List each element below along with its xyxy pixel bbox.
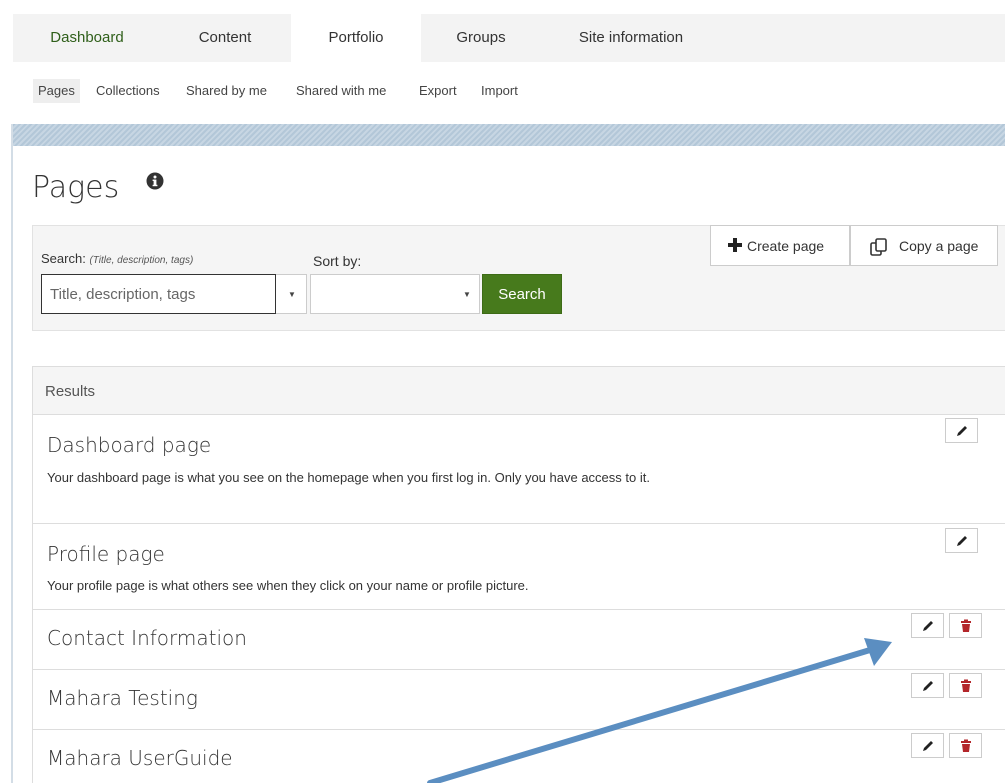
delete-button[interactable] [949,613,982,638]
sub-nav: Pages Collections Shared by me Shared wi… [13,62,1005,120]
copy-page-label: Copy a page [899,238,979,254]
search-input[interactable] [41,274,276,314]
sort-select[interactable]: ▼ [310,274,480,314]
delete-button[interactable] [949,673,982,698]
search-scope-select[interactable]: ▼ [276,274,307,314]
subnav-item-pages[interactable]: Pages [33,79,80,103]
chevron-down-icon: ▼ [288,290,296,299]
search-hint: (Title, description, tags) [89,255,194,266]
results-header: Results [33,367,1005,415]
trash-icon [961,679,971,692]
subnav-item-import[interactable]: Import [481,79,518,103]
copy-page-button[interactable]: Copy a page [850,225,998,266]
header-stripe [13,124,1005,146]
list-item: Contact Information [33,610,1005,670]
list-item: Mahara UserGuide [33,730,1005,784]
plus-icon [728,238,742,252]
pencil-icon [957,536,967,546]
subnav-item-shared-by-me[interactable]: Shared by me [186,79,267,103]
copy-icon [870,238,887,256]
delete-button[interactable] [949,733,982,758]
tab-portfolio[interactable]: Portfolio [291,14,421,62]
tab-content[interactable]: Content [161,14,289,62]
results-heading: Results [45,383,96,400]
trash-icon [961,619,971,632]
list-item: Dashboard page Your dashboard page is wh… [33,415,1005,524]
tab-dashboard[interactable]: Dashboard [13,14,161,62]
page-title-link[interactable]: Profile page [47,542,165,566]
pencil-icon [923,621,933,631]
page-title-link[interactable]: Dashboard page [47,433,211,457]
page-title: Pages [32,170,120,205]
page-title-link[interactable]: Mahara Testing [47,686,198,710]
search-label-text: Search: [41,251,86,266]
subnav-item-shared-with-me[interactable]: Shared with me [296,79,386,103]
page-description: Your profile page is what others see whe… [47,578,529,593]
edit-button[interactable] [911,613,944,638]
tab-site-information[interactable]: Site information [541,14,721,62]
trash-icon [961,739,971,752]
tab-groups[interactable]: Groups [421,14,541,62]
edit-button[interactable] [945,418,978,443]
list-item: Profile page Your profile page is what o… [33,524,1005,610]
create-page-button[interactable]: Create page [710,225,850,266]
create-page-label: Create page [747,238,825,254]
sort-label: Sort by: [313,253,362,269]
subnav-item-collections[interactable]: Collections [96,79,160,103]
list-item: Mahara Testing [33,670,1005,730]
subnav-item-export[interactable]: Export [419,79,457,103]
results-panel: Results Dashboard page Your dashboard pa… [32,366,1005,783]
chevron-down-icon: ▼ [463,290,471,299]
pencil-icon [923,681,933,691]
search-button[interactable]: Search [482,274,562,314]
page-title-link[interactable]: Mahara UserGuide [47,746,233,770]
content-border [11,124,13,783]
page-title-link[interactable]: Contact Information [47,626,247,650]
search-label: Search: (Title, description, tags) [41,251,193,266]
main-nav: Dashboard Content Portfolio Groups Site … [13,14,1005,63]
pencil-icon [923,741,933,751]
info-circle-icon[interactable] [146,172,164,190]
edit-button[interactable] [945,528,978,553]
edit-button[interactable] [911,673,944,698]
pencil-icon [957,426,967,436]
edit-button[interactable] [911,733,944,758]
page-description: Your dashboard page is what you see on t… [47,470,650,485]
